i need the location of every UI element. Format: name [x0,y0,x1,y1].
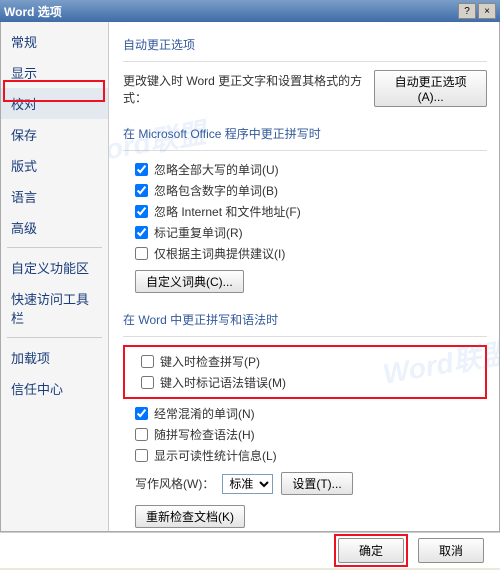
writing-style-label: 写作风格(W)： [135,475,214,492]
word-b-label-0: 经常混淆的单词(N) [154,405,255,422]
window-title: Word 选项 [4,3,456,20]
office-label-4: 仅根据主词典提供建议(I) [154,245,285,262]
office-checkbox-3[interactable] [135,226,148,239]
office-checkbox-4[interactable] [135,247,148,260]
sidebar-item-1[interactable]: 显示 [1,57,108,88]
sidebar-item-6[interactable]: 高级 [1,212,108,243]
recheck-document-button[interactable]: 重新检查文档(K) [135,505,245,528]
word-b-checkbox-1[interactable] [135,428,148,441]
ok-button[interactable]: 确定 [338,538,404,563]
word-a-checkbox-1[interactable] [141,376,154,389]
word-b-label-1: 随拼写检查语法(H) [154,426,255,443]
section-office-title: 在 Microsoft Office 程序中更正拼写时 [123,119,487,151]
help-icon[interactable]: ? [458,3,476,19]
autocorrect-intro: 更改键入时 Word 更正文字和设置其格式的方式： [123,72,366,106]
word-b-checkbox-0[interactable] [135,407,148,420]
word-b-label-2: 显示可读性统计信息(L) [154,447,277,464]
main-panel: Word联盟 Word联盟 自动更正选项 更改键入时 Word 更正文字和设置其… [109,22,499,531]
word-a-checkbox-0[interactable] [141,355,154,368]
section-word-title: 在 Word 中更正拼写和语法时 [123,305,487,337]
dialog-footer: 确定 取消 [0,532,500,568]
sidebar-item-10[interactable]: 信任中心 [1,373,108,404]
office-checkbox-0[interactable] [135,163,148,176]
sidebar-item-4[interactable]: 版式 [1,150,108,181]
sidebar-item-0[interactable]: 常规 [1,26,108,57]
section-autocorrect-title: 自动更正选项 [123,30,487,62]
office-checkbox-2[interactable] [135,205,148,218]
office-label-1: 忽略包含数字的单词(B) [154,182,278,199]
cancel-button[interactable]: 取消 [418,538,484,563]
custom-dictionary-button[interactable]: 自定义词典(C)... [135,270,244,293]
sidebar-item-5[interactable]: 语言 [1,181,108,212]
office-label-3: 标记重复单词(R) [154,224,243,241]
writing-style-select[interactable]: 标准 [222,474,273,494]
office-label-2: 忽略 Internet 和文件地址(F) [154,203,301,220]
word-a-label-0: 键入时检查拼写(P) [160,353,260,370]
sidebar-item-3[interactable]: 保存 [1,119,108,150]
autocorrect-options-button[interactable]: 自动更正选项(A)... [374,70,487,107]
titlebar: Word 选项 ? × [0,0,500,22]
office-label-0: 忽略全部大写的单词(U) [154,161,279,178]
sidebar: 常规显示校对保存版式语言高级自定义功能区快速访问工具栏加载项信任中心 [1,22,109,531]
highlight-box-spellcheck: 键入时检查拼写(P) 键入时标记语法错误(M) [123,345,487,399]
sidebar-item-8[interactable]: 快速访问工具栏 [1,283,108,333]
sidebar-item-9[interactable]: 加载项 [1,342,108,373]
sidebar-item-7[interactable]: 自定义功能区 [1,252,108,283]
word-a-label-1: 键入时标记语法错误(M) [160,374,286,391]
close-icon[interactable]: × [478,3,496,19]
highlight-box-ok: 确定 [334,534,408,567]
sidebar-item-2[interactable]: 校对 [1,88,108,119]
office-checkbox-1[interactable] [135,184,148,197]
word-b-checkbox-2[interactable] [135,449,148,462]
settings-button[interactable]: 设置(T)... [281,472,352,495]
